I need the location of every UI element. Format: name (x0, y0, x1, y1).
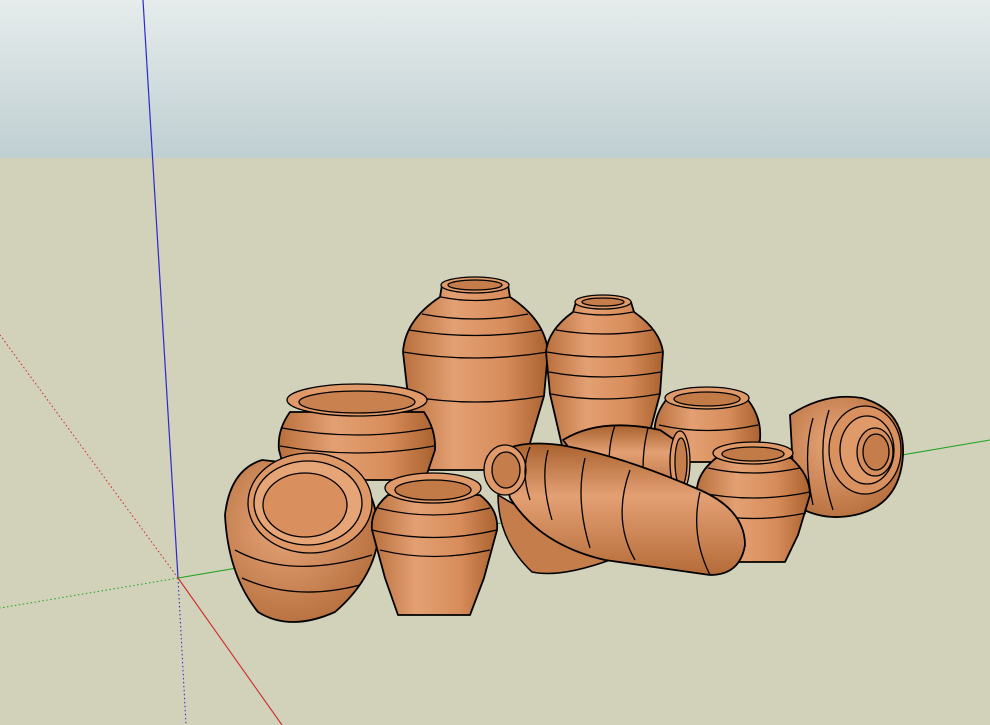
sky (0, 0, 990, 158)
pot-front-center[interactable] (370, 472, 499, 616)
3d-viewport[interactable] (0, 0, 990, 725)
scene-canvas[interactable] (0, 0, 990, 725)
